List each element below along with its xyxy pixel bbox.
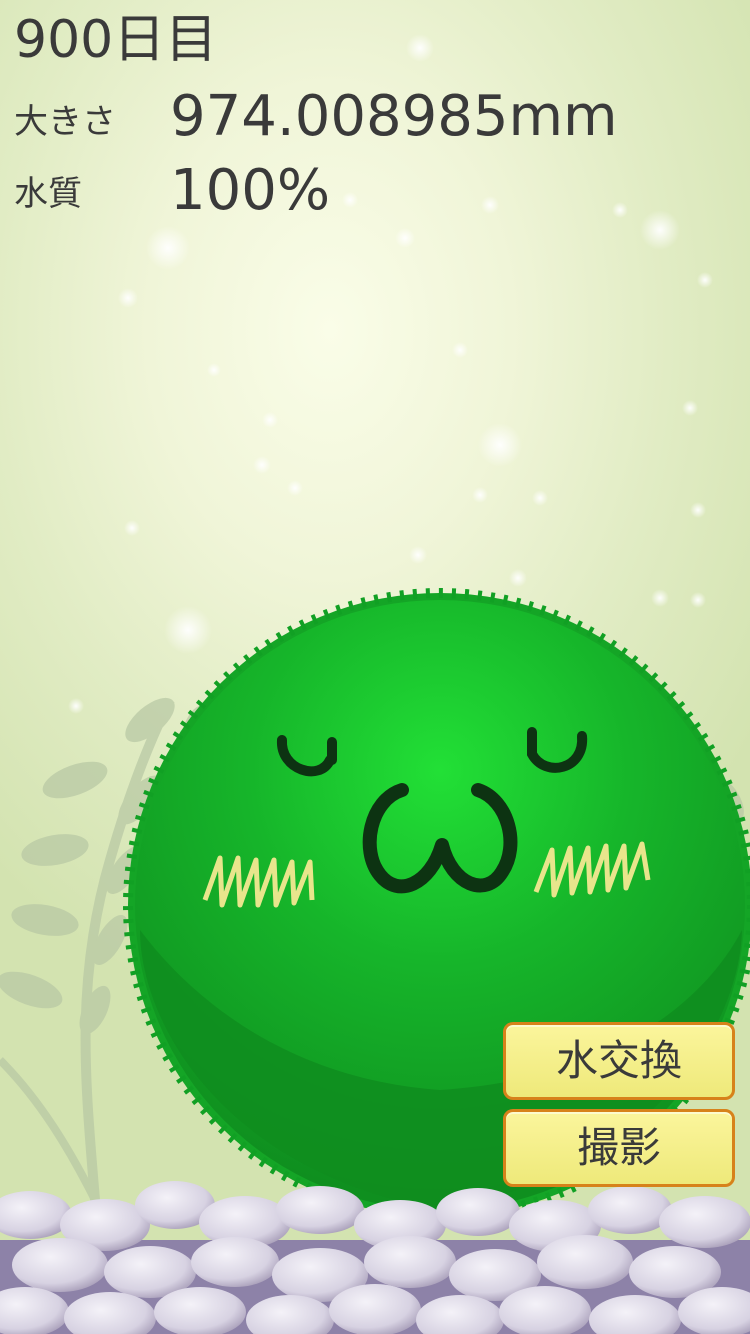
- photo-button[interactable]: 撮影: [503, 1109, 735, 1187]
- day-counter: 900日目: [14, 10, 218, 70]
- game-scene: 900日目 大きさ 974.008985mm 水質 100% 水交換 撮影: [0, 0, 750, 1334]
- water-quality-label: 水質: [14, 174, 82, 214]
- size-label: 大きさ: [14, 102, 116, 142]
- size-value: 974.008985mm: [170, 84, 618, 149]
- water-change-button[interactable]: 水交換: [503, 1022, 735, 1100]
- water-quality-value: 100%: [170, 158, 331, 223]
